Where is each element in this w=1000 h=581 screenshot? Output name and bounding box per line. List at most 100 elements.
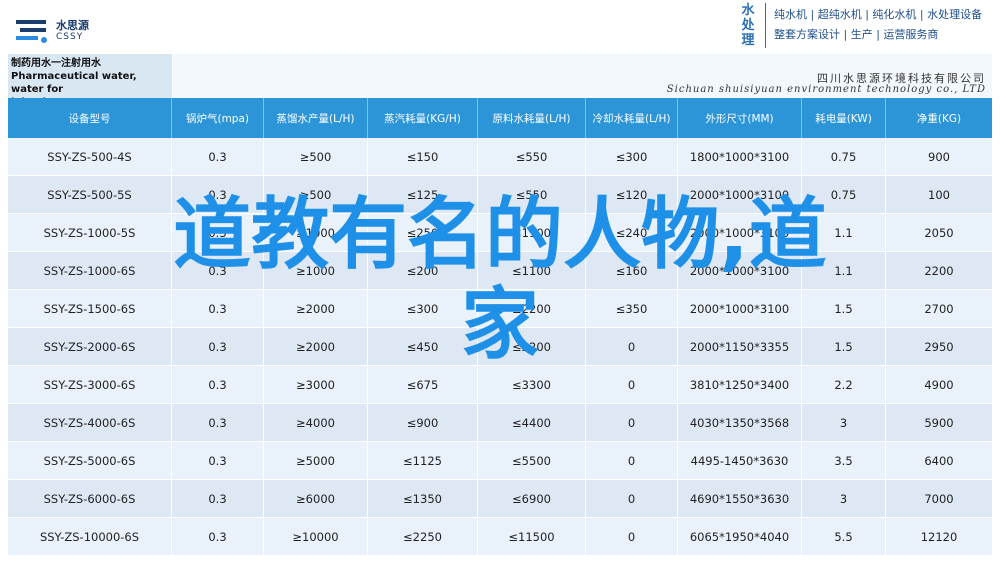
table-cell: ≤350 xyxy=(586,290,678,328)
table-cell: ≥5000 xyxy=(264,442,368,480)
table-cell: SSY-ZS-1500-6S xyxy=(8,290,172,328)
table-cell: 3 xyxy=(802,404,886,442)
company-name-en: Sichuan shuisiyuan environment technolog… xyxy=(666,84,986,95)
table-cell: 12120 xyxy=(886,518,992,556)
table-cell: ≥500 xyxy=(264,176,368,214)
table-cell: 0 xyxy=(586,480,678,518)
table-cell: ≤450 xyxy=(368,328,478,366)
table-cell: ≤3300 xyxy=(478,366,586,404)
table-cell: 0.75 xyxy=(802,138,886,176)
logo-chinese-name: 水思源 xyxy=(56,19,89,32)
table-cell: 1.1 xyxy=(802,214,886,252)
table-cell: 0.3 xyxy=(172,176,264,214)
table-cell: ≥6000 xyxy=(264,480,368,518)
column-header: 原料水耗量(L/H) xyxy=(478,98,586,138)
column-header: 耗电量(KW) xyxy=(802,98,886,138)
table-cell: ≤1350 xyxy=(368,480,478,518)
table-cell: 0.3 xyxy=(172,480,264,518)
table-cell: 5.5 xyxy=(802,518,886,556)
table-cell: ≤200 xyxy=(368,252,478,290)
table-cell: ≤6900 xyxy=(478,480,586,518)
table-cell: 4690*1550*3630 xyxy=(678,480,802,518)
table-cell: 0.75 xyxy=(802,176,886,214)
table-cell: SSY-ZS-1000-5S xyxy=(8,214,172,252)
table-cell: 2200 xyxy=(886,252,992,290)
table-row: SSY-ZS-3000-6S 0.3 ≥3000 ≤675 ≤3300 0 3810*125… xyxy=(8,366,992,404)
table-cell: 0 xyxy=(586,328,678,366)
column-header: 冷却水耗量(L/H) xyxy=(586,98,678,138)
table-cell: ≤150 xyxy=(368,138,478,176)
table-cell: SSY-ZS-500-4S xyxy=(8,138,172,176)
product-title-block: 制药用水一注射用水 Pharmaceutical water, water fo… xyxy=(8,54,172,108)
brand-services-line: 整套方案设计 | 生产 | 运营服务商 xyxy=(774,28,939,41)
company-banner: 四川水思源环境科技有限公司 Sichuan shuisiyuan environ… xyxy=(173,54,992,98)
table-cell: 0 xyxy=(586,366,678,404)
table-cell: 2950 xyxy=(886,328,992,366)
table-cell: 2000*1000*3100 xyxy=(678,290,802,328)
table-cell: ≥1000 xyxy=(264,252,368,290)
table-cell: 2.2 xyxy=(802,366,886,404)
table-cell: 900 xyxy=(886,138,992,176)
table-cell: 1800*1000*3100 xyxy=(678,138,802,176)
table-cell: SSY-ZS-2000-6S xyxy=(8,328,172,366)
table-cell: 0 xyxy=(586,442,678,480)
column-header: 净重(KG) xyxy=(916,112,962,125)
table-cell: ≥2000 xyxy=(264,290,368,328)
table-cell: ≤300 xyxy=(586,138,678,176)
table-cell: ≤1100 xyxy=(478,214,586,252)
table-cell: 2050 xyxy=(886,214,992,252)
table-cell: 7000 xyxy=(886,480,992,518)
table-row: SSY-ZS-2000-6S 0.3 ≥2000 ≤450 ≤2200 0 2000*115… xyxy=(8,328,992,366)
table-row: SSY-ZS-500-5S 0.3 ≥500 ≤125 ≤550 ≤120 2000*100… xyxy=(8,176,992,214)
table-cell: ≤125 xyxy=(368,176,478,214)
table-cell: 0.3 xyxy=(172,518,264,556)
table-cell: ≥4000 xyxy=(264,404,368,442)
column-header: 设备型号 xyxy=(8,98,172,138)
table-cell: ≤5500 xyxy=(478,442,586,480)
table-cell: 2700 xyxy=(886,290,992,328)
table-cell: ≤1100 xyxy=(478,252,586,290)
table-cell: 0.3 xyxy=(172,328,264,366)
table-cell: 0.3 xyxy=(172,214,264,252)
table-row: SSY-ZS-4000-6S 0.3 ≥4000 ≤900 ≤4400 0 4030*135… xyxy=(8,404,992,442)
table-cell: ≤240 xyxy=(586,214,678,252)
table-cell: SSY-ZS-10000-6S xyxy=(8,518,172,556)
table-row: SSY-ZS-1000-5S 0.3 ≥1000 ≤250 ≤1100 ≤240 2000*… xyxy=(8,214,992,252)
table-cell: ≤550 xyxy=(478,176,586,214)
table-cell: ≤2200 xyxy=(478,328,586,366)
table-cell: 1.1 xyxy=(802,252,886,290)
table-cell: 3 xyxy=(802,480,886,518)
table-cell: 0.3 xyxy=(172,366,264,404)
table-cell: 4030*1350*3568 xyxy=(678,404,802,442)
table-cell: 3810*1250*3400 xyxy=(678,366,802,404)
table-cell: SSY-ZS-4000-6S xyxy=(8,404,172,442)
table-cell: 2000*1000*3100 xyxy=(678,214,802,252)
table-cell: ≤11500 xyxy=(478,518,586,556)
column-header: 蒸馏水产量(L/H) xyxy=(264,98,368,138)
table-cell: ≤675 xyxy=(368,366,478,404)
table-row: SSY-ZS-500-4S 0.3 ≥500 ≤150 ≤550 ≤300 1800*100… xyxy=(8,138,992,176)
product-title-en-1: Pharmaceutical water, water for xyxy=(11,71,137,95)
brand-slogan: 水处理 纯水机 | 超纯水机 | 纯化水机 | 水处理设备 整套方案设计 | 生… xyxy=(737,0,997,50)
table-cell: ≥3000 xyxy=(264,366,368,404)
table-cell: SSY-ZS-3000-6S xyxy=(8,366,172,404)
table-cell: ≥500 xyxy=(264,138,368,176)
table-cell: 5900 xyxy=(886,404,992,442)
table-cell: 1.5 xyxy=(802,290,886,328)
table-cell: SSY-ZS-500-5S xyxy=(8,176,172,214)
table-cell: ≤300 xyxy=(368,290,478,328)
table-row: SSY-ZS-1500-6S 0.3 ≥2000 ≤300 ≤2200 ≤350 2000*… xyxy=(8,290,992,328)
table-cell: 2000*1000*3100 xyxy=(678,252,802,290)
table-cell: ≤550 xyxy=(478,138,586,176)
table-cell: ≤250 xyxy=(368,214,478,252)
table-cell: 2000*1000*3100 xyxy=(678,176,802,214)
table-cell: 3.5 xyxy=(802,442,886,480)
column-header: 外形尺寸(MM) xyxy=(678,98,802,138)
table-cell: ≤2200 xyxy=(478,290,586,328)
table-body: SSY-ZS-500-4S 0.3 ≥500 ≤150 ≤550 ≤300 1800*100… xyxy=(8,138,992,556)
table-cell: 0.3 xyxy=(172,252,264,290)
table-cell: ≥2000 xyxy=(264,328,368,366)
table-row: SSY-ZS-5000-6S 0.3 ≥5000 ≤1125 ≤5500 0 4495-14… xyxy=(8,442,992,480)
table-cell: 4900 xyxy=(886,366,992,404)
table-cell: SSY-ZS-6000-6S xyxy=(8,480,172,518)
